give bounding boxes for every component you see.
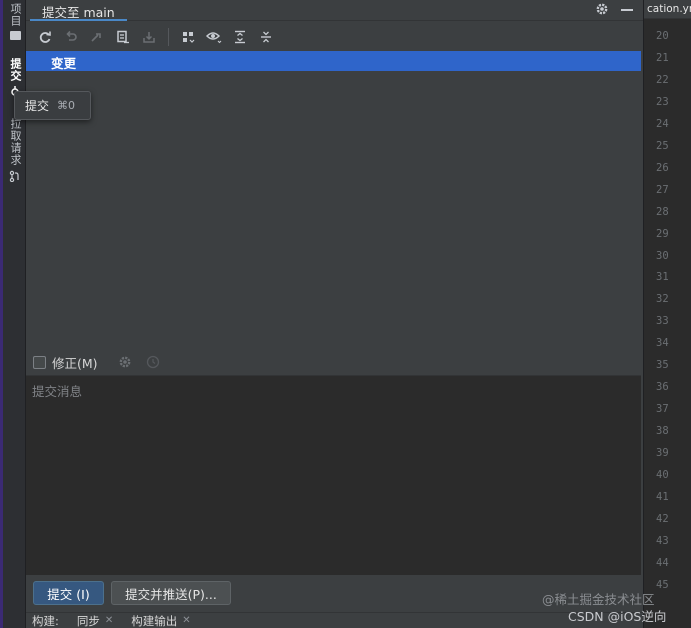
line-number: 32	[656, 293, 669, 306]
line-number-gutter: 20 21 22 23 24 25 26 27 28 29 30 31 32 33 34 35 36 37 38 39…	[644, 26, 691, 597]
group-by-button[interactable]	[177, 26, 199, 48]
line-number: 40	[656, 469, 669, 482]
line-number: 33	[656, 315, 669, 328]
refresh-button[interactable]	[34, 26, 56, 48]
tab-sync-label: 同步	[76, 613, 100, 628]
vtab-pull-requests[interactable]: 拉取请求	[7, 118, 23, 182]
update-button[interactable]	[86, 26, 108, 48]
folder-icon	[9, 31, 21, 40]
line-number: 22	[656, 73, 669, 86]
line-number: 34	[656, 337, 669, 350]
show-options-button[interactable]	[203, 26, 225, 48]
tooltip-label: 提交	[25, 99, 50, 113]
watermark-csdn: CSDN @iOS逆向	[568, 609, 667, 624]
group-by-icon	[183, 31, 195, 43]
rollback-icon	[66, 30, 77, 41]
build-tool-tabs: 构建: 同步 ✕ 构建输出 ✕	[26, 612, 643, 628]
shelve-button[interactable]	[138, 26, 160, 48]
tooltip-shortcut: ⌘0	[57, 99, 76, 112]
build-label: 构建:	[32, 613, 59, 628]
history-clock-icon[interactable]	[146, 355, 160, 369]
line-number: 20	[656, 30, 669, 42]
pull-request-icon	[9, 170, 19, 182]
editor-pane: cation.yml 20 21 22 23 24 25 26 27 28 29 30 31 32 33 3…	[643, 0, 691, 628]
minimize-icon[interactable]	[621, 9, 633, 11]
line-number: 35	[656, 359, 669, 372]
changes-toolbar	[26, 22, 643, 51]
line-number: 42	[656, 512, 669, 525]
collapse-all-button[interactable]	[255, 26, 277, 48]
rollback-button[interactable]	[60, 26, 82, 48]
toolbar-separator	[168, 27, 169, 46]
line-number: 23	[656, 95, 669, 108]
line-number: 44	[656, 556, 669, 569]
show-options-icon	[206, 31, 222, 43]
update-icon	[91, 32, 101, 42]
line-number: 28	[656, 205, 669, 218]
line-number: 38	[656, 425, 669, 438]
line-number: 27	[656, 183, 669, 196]
diff-button[interactable]	[112, 26, 134, 48]
line-number: 37	[656, 403, 669, 416]
commit-and-push-button[interactable]: 提交并推送(P)...	[111, 581, 231, 605]
line-number: 43	[656, 534, 669, 547]
line-number: 36	[656, 381, 669, 394]
commit-message-placeholder: 提交消息	[32, 384, 83, 399]
line-number: 31	[656, 271, 669, 284]
vtab-project-label: 项目	[9, 3, 22, 27]
expand-all-icon	[235, 30, 245, 43]
amend-row: 修正(M)	[26, 350, 643, 374]
collapse-all-icon	[261, 31, 271, 42]
tab-sync[interactable]: 同步 ✕	[77, 613, 113, 628]
line-number: 26	[656, 161, 669, 174]
build-label-text: 构建:	[32, 613, 59, 628]
line-number: 24	[656, 117, 669, 130]
amend-label[interactable]: 修正(M)	[52, 353, 98, 372]
amend-checkbox[interactable]	[33, 355, 46, 369]
commit-panel: 提交至 main 变更 修正(M) 提交消息 提交 (I) 提交并推送(P)..…	[26, 0, 643, 628]
shelve-icon	[143, 31, 155, 43]
line-number: 25	[656, 139, 669, 152]
vtab-project[interactable]: 项目	[7, 3, 23, 40]
strip-accent	[0, 0, 3, 628]
line-number: 39	[656, 447, 669, 460]
close-icon[interactable]: ✕	[105, 615, 113, 626]
diff-icon	[117, 30, 129, 43]
tab-build-output[interactable]: 构建输出 ✕	[131, 613, 190, 628]
tab-build-output-label: 构建输出	[131, 613, 178, 628]
close-icon[interactable]: ✕	[182, 615, 190, 626]
commit-tooltip: 提交 ⌘0	[14, 91, 91, 120]
panel-title-bar: 提交至 main	[26, 0, 643, 21]
refresh-icon	[39, 31, 51, 43]
changes-node[interactable]: 变更	[26, 51, 641, 71]
commit-message-field[interactable]: 提交消息	[26, 375, 641, 575]
gear-icon[interactable]	[595, 2, 609, 16]
line-number: 41	[656, 491, 669, 504]
commit-button[interactable]: 提交 (I)	[33, 581, 104, 605]
expand-all-button[interactable]	[229, 26, 251, 48]
commit-options-gear-icon[interactable]	[118, 355, 132, 369]
panel-title[interactable]: 提交至 main	[30, 0, 127, 21]
editor-file-tab[interactable]: cation.yml	[644, 0, 691, 19]
line-number: 29	[656, 227, 669, 240]
line-number: 21	[656, 51, 669, 64]
line-number: 30	[656, 249, 669, 262]
vtab-commit-label: 提交	[9, 58, 22, 82]
vtab-pull-requests-label: 拉取请求	[9, 118, 22, 166]
